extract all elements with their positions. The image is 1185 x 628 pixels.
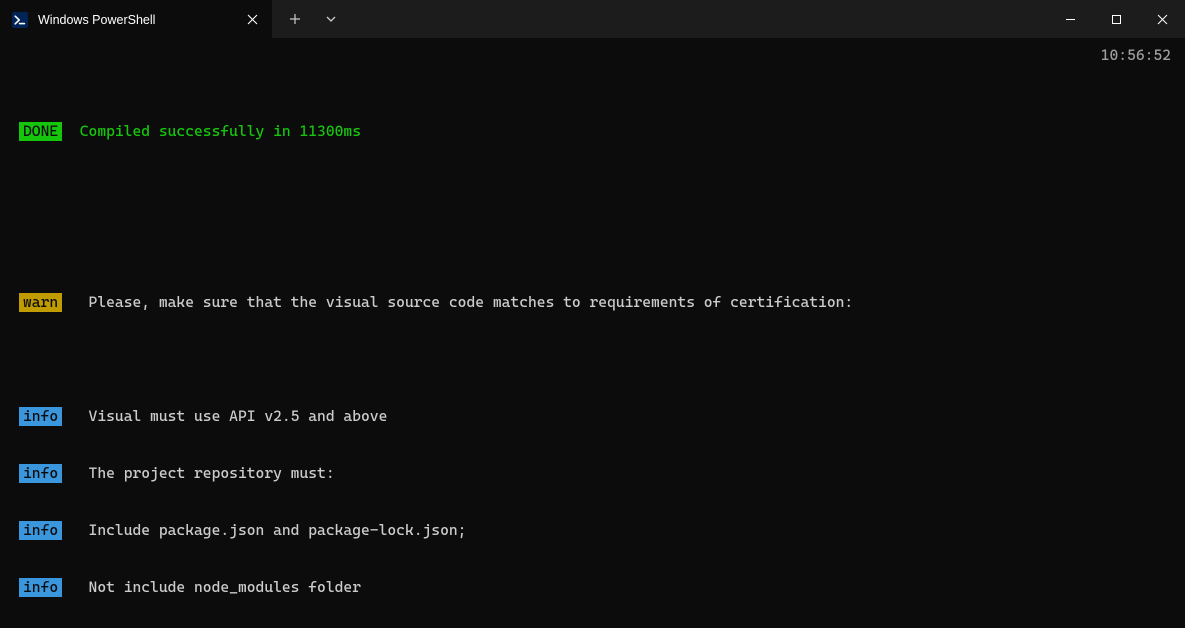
title-drag-area[interactable]: [348, 0, 1047, 38]
active-tab[interactable]: Windows PowerShell: [0, 0, 272, 38]
timestamp: 10:56:52: [1101, 46, 1171, 65]
info-badge: info: [19, 464, 62, 483]
tab-close-button[interactable]: [244, 12, 260, 28]
new-tab-button[interactable]: [278, 0, 312, 38]
output-line: info Not include node_modules folder: [10, 578, 1175, 597]
powershell-icon: [12, 12, 28, 28]
warn-badge: warn: [19, 293, 62, 312]
done-badge: DONE: [19, 122, 62, 141]
maximize-button[interactable]: [1093, 0, 1139, 38]
output-line: info Include package.json and package-lo…: [10, 521, 1175, 540]
info-badge: info: [19, 578, 62, 597]
info-badge: info: [19, 407, 62, 426]
output-line: DONE Compiled successfully in 11300ms: [10, 122, 1175, 141]
output-line: warn Please, make sure that the visual s…: [10, 293, 1175, 312]
warn-message: Please, make sure that the visual source…: [89, 293, 854, 311]
terminal-output[interactable]: 10:56:52 DONE Compiled successfully in 1…: [0, 38, 1185, 628]
close-button[interactable]: [1139, 0, 1185, 38]
info-badge: info: [19, 521, 62, 540]
output-line: info Visual must use API v2.5 and above: [10, 407, 1175, 426]
minimize-button[interactable]: [1047, 0, 1093, 38]
tab-actions: [272, 0, 348, 38]
tab-dropdown-button[interactable]: [314, 0, 348, 38]
compiled-message: Compiled successfully in 11300ms: [80, 122, 361, 140]
output-line: info The project repository must:: [10, 464, 1175, 483]
window-controls: [1047, 0, 1185, 38]
tab-title: Windows PowerShell: [38, 13, 234, 27]
title-bar: Windows PowerShell: [0, 0, 1185, 38]
